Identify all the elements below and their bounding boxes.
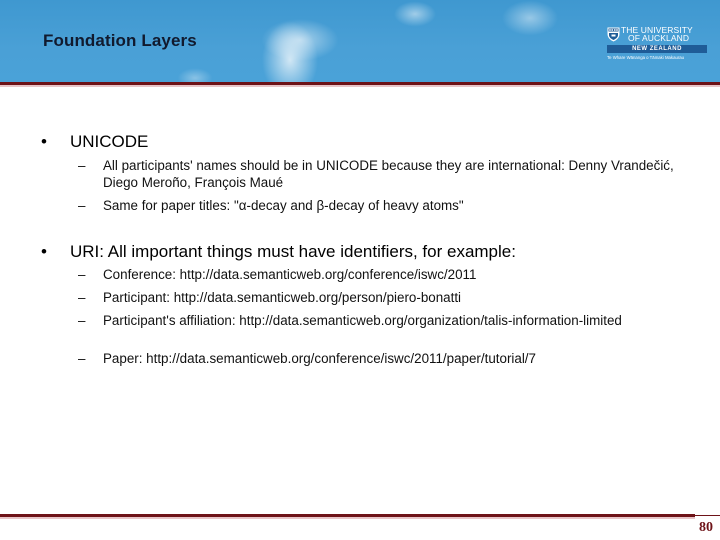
header-divider-shadow xyxy=(0,85,720,87)
bullet-text: UNICODE xyxy=(70,132,149,151)
logo-auckland-text: OF AUCKLAND xyxy=(628,33,690,43)
sub-bullet-text: Conference: http://data.semanticweb.org/… xyxy=(103,267,477,282)
bullet-symbol: • xyxy=(41,242,47,261)
logo-country-band: NEW ZEALAND xyxy=(607,45,707,53)
university-logo: THE UNIVERSITY OF AUCKLAND NEW ZEALAND T… xyxy=(607,25,707,65)
footer-divider-tail xyxy=(695,515,720,516)
sub-bullet-text: Participant: http://data.semanticweb.org… xyxy=(103,290,462,305)
sub-bullet-text: Participant's affiliation: http://data.s… xyxy=(103,313,622,328)
footer-divider-shadow xyxy=(0,517,695,519)
logo-tagline: Te Whare Wānanga o Tāmaki Makaurau xyxy=(607,55,685,60)
dash-symbol: – xyxy=(78,313,86,328)
slide-title: Foundation Layers xyxy=(43,31,197,50)
slide-header: Foundation Layers THE UNIVERSITY OF AUCK… xyxy=(0,0,720,82)
page-number: 80 xyxy=(699,520,713,535)
sub-bullet-text: Same for paper titles: "α-decay and β-de… xyxy=(103,198,464,213)
bullet-text: URI: All important things must have iden… xyxy=(70,242,516,261)
dash-symbol: – xyxy=(78,351,86,366)
dash-symbol: – xyxy=(78,198,86,213)
sub-bullet-text: Paper: http://data.semanticweb.org/confe… xyxy=(103,351,536,366)
dash-symbol: – xyxy=(78,267,86,282)
dash-symbol: – xyxy=(78,290,86,305)
university-crest-icon xyxy=(607,27,620,42)
bullet-symbol: • xyxy=(41,132,47,151)
dash-symbol: – xyxy=(78,158,86,173)
sub-bullet-text: All participants' names should be in UNI… xyxy=(103,158,674,190)
